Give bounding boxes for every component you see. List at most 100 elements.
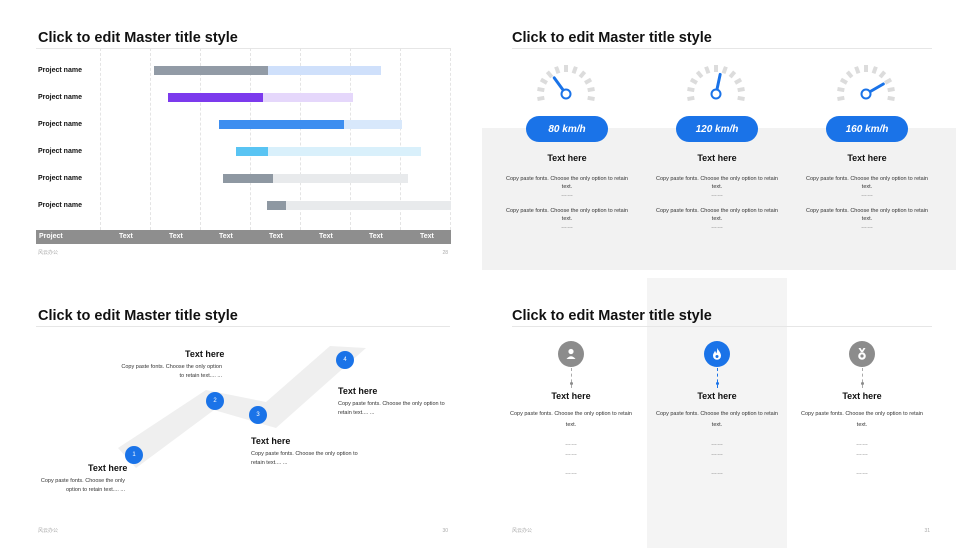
gauge-tick [887, 95, 895, 102]
actual-bar [168, 93, 264, 102]
slide-steps[interactable]: Click to edit Master title style 1 2 3 4… [0, 278, 474, 548]
step-marker: 3 [249, 406, 267, 424]
column-heading: Text here [697, 153, 737, 163]
footer-brand: 风云办公 [512, 528, 533, 534]
gantt-axis: Project Text Text Text Text Text Text Te… [36, 230, 451, 244]
gauge-tick [578, 70, 587, 79]
step-text: Copy paste fonts. Choose the only option… [338, 401, 445, 416]
slide-gantt[interactable]: Click to edit Master title style Project… [0, 0, 474, 270]
step-heading: Text here [185, 349, 225, 359]
slide-title[interactable]: Click to edit Master title style [512, 30, 712, 46]
connector [717, 368, 718, 388]
row-label: Project name [38, 67, 82, 74]
connector-dot [570, 382, 573, 385]
column-heading: Text here [697, 391, 737, 401]
gantt-row: Project name [0, 174, 474, 186]
gauge-tick [887, 86, 895, 93]
actual-bar [154, 66, 269, 75]
ellipsis: …… [711, 192, 723, 198]
gauge-tick [871, 66, 878, 75]
gauge-tick [721, 66, 728, 75]
gantt-row: Project name [0, 147, 474, 159]
axis-label: Project [39, 233, 63, 240]
column-heading: Text here [547, 153, 587, 163]
axis-label: Text [319, 233, 333, 240]
gauge-tick [539, 77, 548, 85]
step-heading: Text here [88, 463, 128, 473]
gauge-tick [884, 77, 893, 85]
column-text: Copy paste fonts. Choose the only option… [656, 176, 778, 190]
gauge-tick [587, 86, 595, 93]
connector [571, 368, 572, 388]
ellipsis: …… [856, 441, 868, 447]
axis-label: Text [420, 233, 434, 240]
ellipsis: …… [711, 451, 723, 457]
gauge-tick [571, 66, 578, 75]
axis-label: Text [269, 233, 283, 240]
gauge-tick [587, 95, 595, 102]
row-label: Project name [38, 121, 82, 128]
row-label: Project name [38, 148, 82, 155]
speed-gauge [687, 65, 745, 102]
gauge-tick [554, 66, 561, 75]
gauge-tick [537, 95, 545, 102]
gauge-tick [695, 70, 704, 79]
column-text: Copy paste fonts. Choose the only option… [801, 411, 923, 428]
step-heading: Text here [338, 386, 378, 396]
gauge-tick [687, 86, 695, 93]
ellipsis: …… [856, 470, 868, 476]
footer-brand: 风云办公 [38, 528, 59, 534]
axis-label: Text [369, 233, 383, 240]
ellipsis: …… [565, 470, 577, 476]
ellipsis: …… [711, 441, 723, 447]
column-text: Copy paste fonts. Choose the only option… [510, 411, 632, 428]
column-heading: Text here [847, 153, 887, 163]
gauge-tick [837, 86, 845, 93]
planned-bar [267, 201, 451, 210]
gauge-tick [728, 70, 737, 79]
title-divider [36, 48, 450, 49]
gauge-tick [689, 77, 698, 85]
gauge-tick [854, 66, 861, 75]
column-text: Copy paste fonts. Choose the only option… [506, 208, 628, 222]
speed-badge: 160 km/h [826, 116, 908, 142]
row-label: Project name [38, 175, 82, 182]
gauge-tick [845, 70, 854, 79]
ellipsis: …… [561, 192, 573, 198]
gauge-tick [737, 95, 745, 102]
step-marker: 1 [125, 446, 143, 464]
gauge-hub [710, 88, 722, 100]
gantt-row: Project name [0, 93, 474, 105]
speed-badge: 120 km/h [676, 116, 758, 142]
page-number: 31 [924, 528, 930, 534]
title-divider [512, 48, 932, 49]
speed-gauge [837, 65, 895, 102]
actual-bar [267, 201, 287, 210]
column-text: Copy paste fonts. Choose the only option… [806, 208, 928, 222]
page-number: 28 [442, 250, 448, 256]
gantt-row: Project name [0, 201, 474, 213]
gauge-tick [734, 77, 743, 85]
speed-gauge [537, 65, 595, 102]
slide-title[interactable]: Click to edit Master title style [512, 308, 712, 324]
medal-icon [849, 341, 875, 367]
flame-icon [704, 341, 730, 367]
title-divider [512, 326, 932, 327]
actual-bar [218, 120, 344, 129]
gauge-tick [878, 70, 887, 79]
speed-badge: 80 km/h [526, 116, 608, 142]
slide-title[interactable]: Click to edit Master title style [38, 30, 238, 46]
gauge-tick [584, 77, 593, 85]
slide-speed[interactable]: Click to edit Master title style 80 km/h… [482, 0, 956, 270]
axis-label: Text [219, 233, 233, 240]
ellipsis: …… [565, 451, 577, 457]
content-panel [482, 128, 956, 270]
step-text: Copy paste fonts. Choose the only option… [40, 478, 125, 493]
page-number: 30 [442, 528, 448, 534]
gauge-tick [839, 77, 848, 85]
slide-icons[interactable]: Click to edit Master title style Text he… [482, 278, 956, 548]
gauge-hub [860, 88, 872, 100]
gauge-tick [537, 86, 545, 93]
gauge-tick [687, 95, 695, 102]
ellipsis: …… [861, 192, 873, 198]
